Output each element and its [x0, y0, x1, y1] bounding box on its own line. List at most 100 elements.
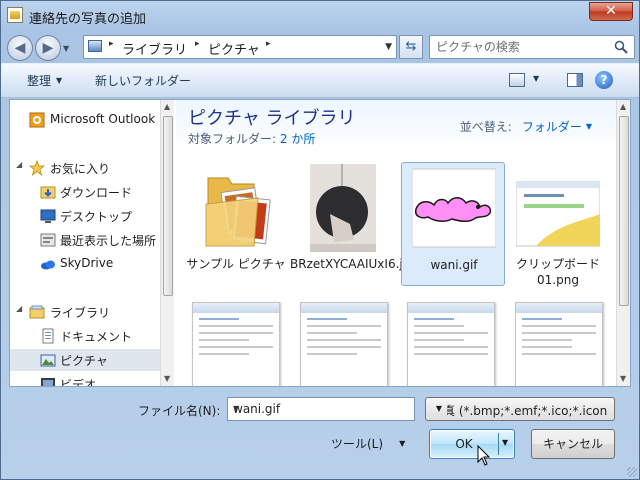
file-name: wani.gif: [430, 258, 478, 272]
cancel-button[interactable]: キャンセル: [531, 429, 615, 459]
screenshot-thumbnail: [516, 181, 600, 247]
file-list-scroll-thumb[interactable]: [619, 116, 629, 306]
organize-button[interactable]: 整理 ▼: [27, 72, 62, 89]
scroll-up-icon[interactable]: ▲: [164, 102, 170, 111]
locations-label: 対象フォルダー:: [188, 132, 277, 146]
navigation-pane: Microsoft Outlook ◢ お気に入り ダウンロード デスクトップ …: [10, 100, 160, 386]
pictures-icon: [40, 354, 56, 367]
file-name: サンプル ピクチャ: [186, 257, 286, 271]
new-folder-button[interactable]: 新しいフォルダー: [95, 72, 191, 89]
view-options-dropdown-icon[interactable]: ▼: [533, 74, 539, 83]
cloud-icon: [41, 260, 55, 270]
filename-input[interactable]: wani.gif ▼: [227, 397, 415, 421]
nav-label-outlook: Microsoft Outlook: [50, 112, 156, 126]
search-box[interactable]: [429, 35, 635, 59]
nav-item-pictures[interactable]: ピクチャ: [10, 349, 160, 371]
arrange-by-dropdown[interactable]: フォルダー: [522, 120, 582, 134]
organize-label: 整理: [27, 74, 52, 88]
dialog-footer: ファイル名(N): wani.gif ▼ 写真 (*.bmp;*.emf;*.i…: [1, 389, 639, 479]
mouse-cursor-icon: [477, 445, 491, 466]
file-tile-wani-gif[interactable]: wani.gif: [401, 162, 505, 286]
file-list-scrollbar[interactable]: ▲ ▼: [616, 100, 630, 386]
change-view-button[interactable]: [509, 73, 525, 87]
address-dropdown-icon[interactable]: ▼: [385, 42, 392, 52]
scroll-down-icon[interactable]: ▼: [164, 374, 170, 383]
search-input[interactable]: [436, 37, 606, 57]
preview-pane-button[interactable]: [567, 73, 583, 87]
resize-grip[interactable]: [627, 467, 637, 477]
file-tile-clipboard-png[interactable]: クリップボード01.png: [506, 162, 610, 287]
breadcrumb-separator-icon[interactable]: ▸: [195, 39, 200, 49]
split-divider: [498, 433, 499, 455]
breadcrumb-separator-icon[interactable]: ▸: [266, 39, 271, 49]
nav-item-documents[interactable]: ドキュメント: [10, 325, 160, 347]
address-bar[interactable]: ▸ ライブラリ ▸ ピクチャ ▸ ▼: [83, 35, 397, 59]
nav-item-outlook[interactable]: Microsoft Outlook: [10, 109, 160, 131]
nav-item-skydrive[interactable]: SkyDrive: [10, 253, 160, 275]
nav-label-skydrive: SkyDrive: [60, 256, 114, 270]
file-name: BRzetXYCAAIUxI6.jpg: [290, 257, 418, 271]
scroll-up-icon[interactable]: ▲: [620, 102, 626, 111]
nav-item-desktop[interactable]: デスクトップ: [10, 205, 160, 227]
browser-area: Microsoft Outlook ◢ お気に入り ダウンロード デスクトップ …: [9, 99, 631, 387]
tools-label: ツール(L): [331, 437, 384, 451]
close-button[interactable]: ✕: [589, 2, 633, 21]
file-tile-document-preview[interactable]: [192, 302, 280, 386]
videos-icon: [41, 378, 55, 386]
nav-item-recent-places[interactable]: 最近表示した場所: [10, 229, 160, 251]
back-button[interactable]: ◀: [7, 35, 33, 61]
nav-label-pictures: ピクチャ: [60, 354, 108, 368]
navigation-scroll-thumb[interactable]: [163, 116, 173, 296]
filename-label: ファイル名(N):: [138, 404, 221, 418]
library-icon: [29, 305, 45, 319]
nav-label-desktop: デスクトップ: [60, 210, 133, 224]
help-icon[interactable]: ?: [595, 71, 613, 89]
library-header: ピクチャ ライブラリ 対象フォルダー: 2 か所 並べ替え: フォルダー ▼: [176, 100, 616, 152]
breadcrumb-separator-icon[interactable]: ▸: [109, 39, 114, 49]
file-list-pane: ピクチャ ライブラリ 対象フォルダー: 2 か所 並べ替え: フォルダー ▼ サンプ…: [176, 100, 630, 386]
nav-label-favorites: お気に入り: [50, 162, 111, 176]
file-type-select[interactable]: 写真 (*.bmp;*.emf;*.ico;*.icon ▼: [425, 397, 615, 421]
nav-label-documents: ドキュメント: [60, 330, 133, 344]
search-icon[interactable]: [614, 40, 628, 54]
address-row: ◀ ▶ ▼ ▸ ライブラリ ▸ ピクチャ ▸ ▼ ⇆: [1, 31, 639, 63]
download-folder-icon: [40, 186, 56, 199]
refresh-button[interactable]: ⇆: [399, 35, 423, 59]
chevron-down-icon: ▼: [399, 439, 406, 448]
file-tile-document-preview[interactable]: [407, 302, 495, 386]
star-icon: [29, 160, 45, 176]
back-arrow-icon: ◀: [14, 40, 26, 56]
breadcrumb-pictures[interactable]: ピクチャ: [208, 39, 260, 58]
nav-item-favorites[interactable]: ◢ お気に入り: [10, 157, 160, 179]
pictures-location-icon: [88, 40, 102, 52]
navigation-scrollbar[interactable]: ▲ ▼: [160, 100, 174, 386]
window-title: 連絡先の写真の追加: [29, 12, 147, 27]
chevron-down-icon[interactable]: ▼: [586, 122, 592, 131]
nav-item-downloads[interactable]: ダウンロード: [10, 181, 160, 203]
gif-thumbnail: [412, 168, 496, 248]
recent-pages-dropdown-icon[interactable]: ▼: [63, 44, 69, 53]
ok-options-dropdown-icon[interactable]: ▼: [502, 438, 508, 447]
add-contact-photo-dialog: 連絡先の写真の追加 ✕ ◀ ▶ ▼ ▸ ライブラリ ▸ ピクチャ ▸ ▼ ⇆ 整…: [0, 0, 640, 480]
scroll-down-icon[interactable]: ▼: [620, 374, 626, 383]
file-tile-brzet-jpg[interactable]: BRzetXYCAAIUxI6.jpg: [290, 162, 418, 286]
nav-item-libraries[interactable]: ◢ ライブラリ: [10, 301, 160, 323]
file-name: クリップボード01.png: [515, 257, 600, 287]
nav-label-libraries: ライブラリ: [50, 306, 111, 320]
chevron-down-icon[interactable]: ▼: [431, 398, 447, 420]
outlook-icon: [29, 112, 45, 128]
file-tile-document-preview[interactable]: [515, 302, 603, 386]
forward-arrow-icon: ▶: [42, 40, 54, 56]
locations-link[interactable]: 2 か所: [280, 132, 315, 146]
ok-split-button[interactable]: OK ▼: [429, 429, 515, 459]
title-bar[interactable]: 連絡先の写真の追加 ✕: [1, 1, 639, 31]
tools-menu-button[interactable]: ツール(L) ▼: [331, 435, 405, 452]
chevron-down-icon[interactable]: ▼: [233, 404, 410, 413]
forward-button[interactable]: ▶: [35, 35, 61, 61]
breadcrumb-libraries[interactable]: ライブラリ: [122, 39, 187, 58]
folder-icon: [205, 177, 271, 247]
nav-label-videos: ビデオ: [60, 378, 97, 386]
file-tile-sample-pictures[interactable]: サンプル ピクチャ: [184, 162, 288, 286]
file-tile-document-preview[interactable]: [300, 302, 388, 386]
nav-item-videos[interactable]: ビデオ: [10, 373, 160, 386]
